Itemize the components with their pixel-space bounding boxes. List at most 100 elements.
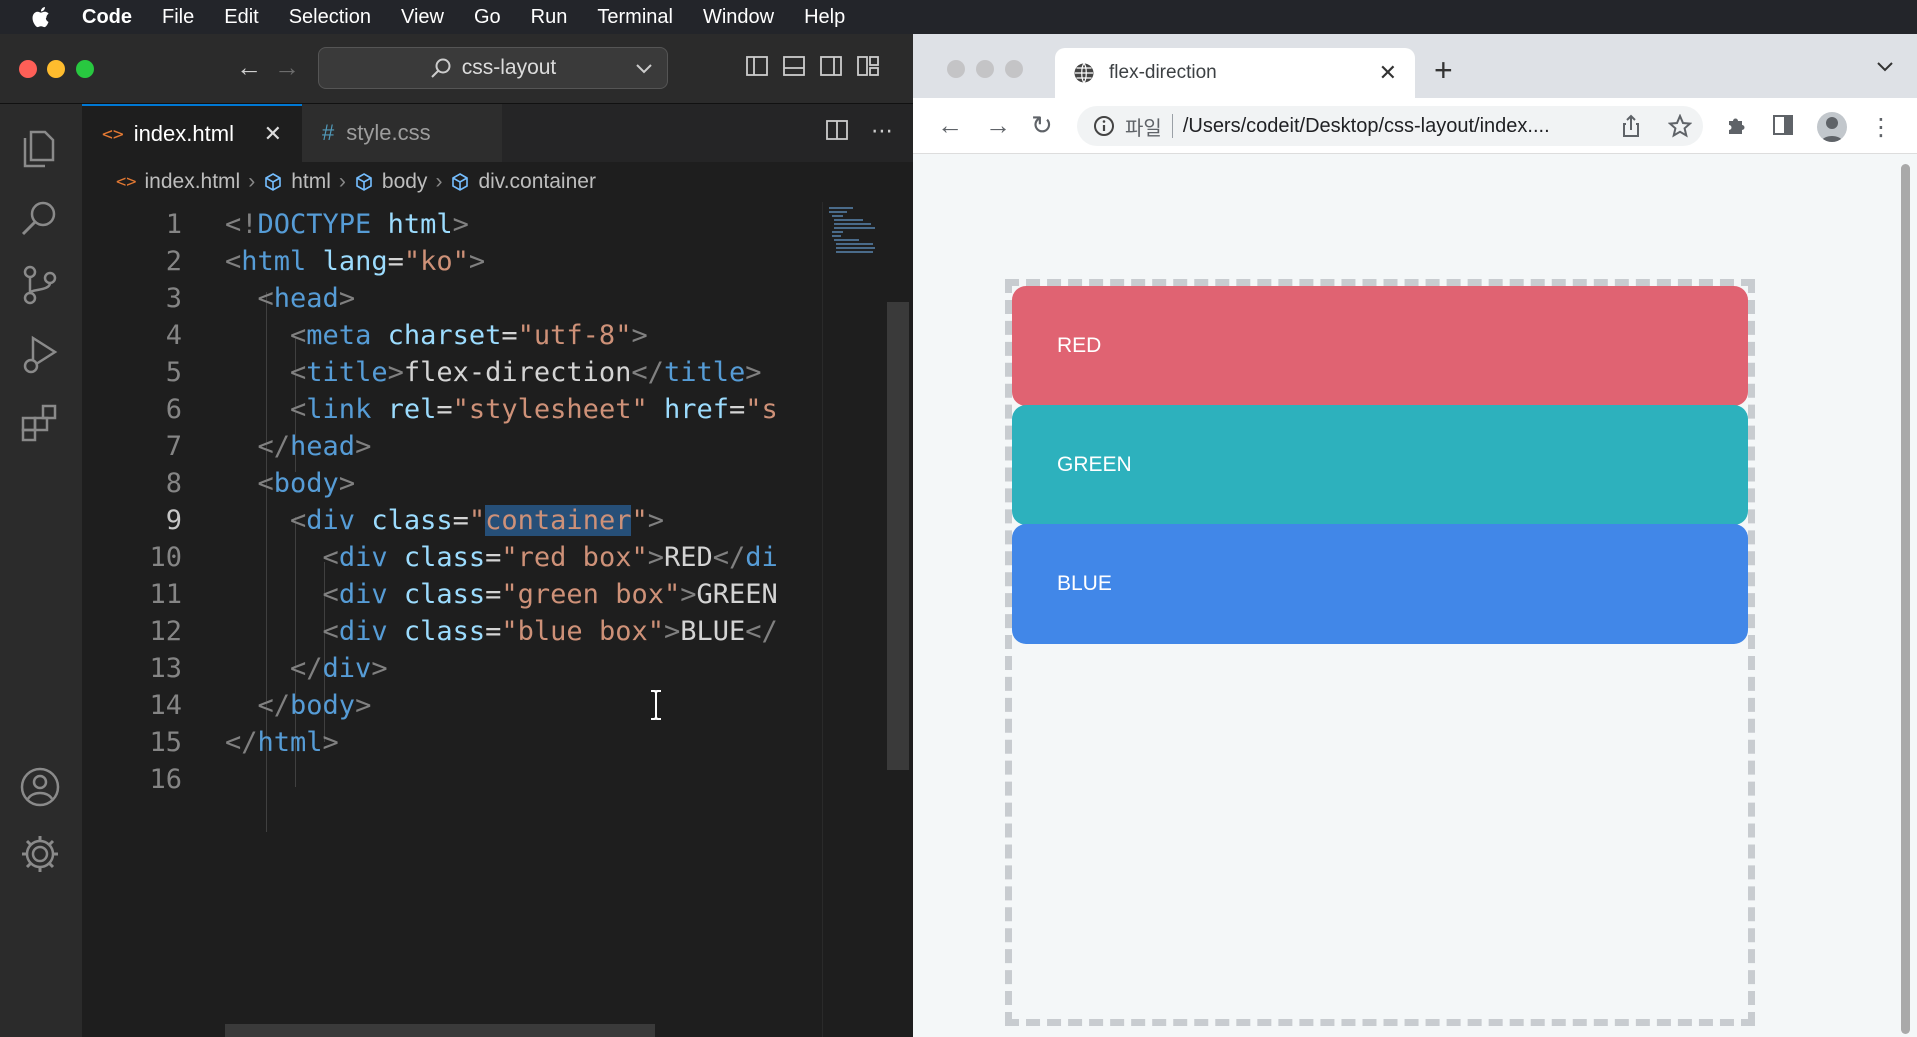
chrome-tabstrip: flex-direction ✕ + <box>913 34 1917 98</box>
side-panel-icon[interactable] <box>1771 113 1795 142</box>
menu-terminal[interactable]: Terminal <box>582 6 688 29</box>
line-number: 16 <box>149 764 182 795</box>
extensions-icon[interactable] <box>17 400 63 446</box>
avatar[interactable] <box>1817 112 1847 142</box>
breadcrumb: <> index.html › html › body › div.contai… <box>82 162 913 202</box>
command-center-label: css-layout <box>461 56 557 79</box>
tab-index-html[interactable]: <> index.html ✕ <box>82 104 302 162</box>
info-icon <box>1094 116 1114 136</box>
address-bar[interactable]: 파일 /Users/codeit/Desktop/css-layout/inde… <box>1077 106 1703 146</box>
extensions-puzzle-icon[interactable] <box>1725 113 1749 142</box>
vertical-scrollbar[interactable] <box>887 302 909 770</box>
reload-icon[interactable]: ↻ <box>1031 110 1053 141</box>
page-viewport: RED GREEN BLUE <box>913 155 1897 1037</box>
page-vertical-scrollbar[interactable] <box>1899 164 1911 1037</box>
code-line: 16 <box>82 757 822 802</box>
code-editor[interactable]: 1 <!DOCTYPE html> 2 <html lang="ko"> 3 <he… <box>82 202 822 1037</box>
search-icon[interactable] <box>17 196 63 242</box>
breadcrumb-item[interactable]: body <box>382 170 428 194</box>
back-arrow-icon[interactable]: ← <box>236 52 262 83</box>
menu-view[interactable]: View <box>386 6 459 29</box>
explorer-icon[interactable] <box>17 126 63 172</box>
activity-bar <box>0 104 82 1037</box>
source-control-icon[interactable] <box>17 262 63 308</box>
menu-go[interactable]: Go <box>459 6 516 29</box>
tab-label: index.html <box>133 121 234 146</box>
close-window-button[interactable] <box>947 60 965 78</box>
zoom-window-button[interactable] <box>76 60 94 78</box>
menu-help[interactable]: Help <box>789 6 860 29</box>
share-icon[interactable] <box>1620 114 1642 143</box>
url-text: /Users/codeit/Desktop/css-layout/index..… <box>1182 114 1550 137</box>
new-tab-plus-icon[interactable]: + <box>1434 52 1453 89</box>
vscode-titlebar: ← → css-layout <box>0 34 913 104</box>
account-icon[interactable] <box>17 764 63 810</box>
editor-tabs: <> index.html ✕ # style.css ⋯ <box>82 104 913 162</box>
menu-edit[interactable]: Edit <box>209 6 273 29</box>
box-label: BLUE <box>1057 572 1112 595</box>
chevron-down-icon[interactable] <box>633 57 655 79</box>
split-editor-icon[interactable] <box>825 118 849 148</box>
search-icon <box>431 58 451 78</box>
red-box: RED <box>1012 286 1748 406</box>
menu-run[interactable]: Run <box>516 6 583 29</box>
chevron-right-icon: › <box>248 170 256 193</box>
close-icon[interactable]: ✕ <box>264 121 282 147</box>
omnibox-divider <box>1171 114 1173 138</box>
toggle-panel-icon[interactable] <box>782 54 806 78</box>
box-label: GREEN <box>1057 453 1132 476</box>
url-scheme-label: 파일 <box>1125 117 1162 140</box>
tab-label: style.css <box>346 120 431 145</box>
minimap[interactable] <box>822 202 884 1037</box>
chevron-down-icon[interactable] <box>1875 56 1895 82</box>
browser-tab-title: flex-direction <box>1109 62 1217 83</box>
breadcrumb-item[interactable]: index.html <box>144 170 240 194</box>
green-box: GREEN <box>1012 405 1748 525</box>
minimize-window-button[interactable] <box>47 60 65 78</box>
vscode-window: ← → css-layout <> index.html ✕ # style.c… <box>0 34 913 1037</box>
back-arrow-icon[interactable]: ← <box>937 110 963 141</box>
menu-file[interactable]: File <box>147 6 209 29</box>
css-file-icon: # <box>322 120 335 145</box>
apple-icon[interactable] <box>0 5 80 29</box>
forward-arrow-icon[interactable]: → <box>274 52 300 83</box>
chevron-right-icon: › <box>338 170 346 193</box>
minimize-window-button[interactable] <box>976 60 994 78</box>
menu-app-name[interactable]: Code <box>80 6 147 29</box>
bookmark-star-icon[interactable] <box>1667 113 1693 143</box>
menu-window[interactable]: Window <box>688 6 789 29</box>
editor-area: <> index.html ✕ # style.css ⋯ <> index.h… <box>82 104 913 1037</box>
symbol-box-icon <box>354 172 374 192</box>
macos-menu-bar: Code File Edit Selection View Go Run Ter… <box>0 0 1917 34</box>
html-file-icon: <> <box>102 123 124 145</box>
tab-style-css[interactable]: # style.css <box>302 104 502 162</box>
gear-icon[interactable] <box>17 831 63 877</box>
breadcrumb-item[interactable]: div.container <box>478 170 596 194</box>
close-window-button[interactable] <box>19 60 37 78</box>
more-actions-icon[interactable]: ⋯ <box>871 118 893 148</box>
customize-layout-icon[interactable] <box>856 54 880 78</box>
kebab-menu-icon[interactable]: ⋮ <box>1869 113 1893 142</box>
run-debug-icon[interactable] <box>17 332 63 378</box>
command-center-search[interactable]: css-layout <box>318 47 668 89</box>
menu-selection[interactable]: Selection <box>274 6 386 29</box>
horizontal-scrollbar[interactable] <box>225 1024 655 1037</box>
flex-container: RED GREEN BLUE <box>1005 279 1755 1026</box>
chevron-right-icon: › <box>435 170 443 193</box>
breadcrumb-item[interactable]: html <box>291 170 331 194</box>
symbol-box-icon <box>263 172 283 192</box>
forward-arrow-icon[interactable]: → <box>985 110 1011 141</box>
toggle-secondary-sidebar-icon[interactable] <box>819 54 843 78</box>
html-file-icon: <> <box>116 172 137 192</box>
blue-box: BLUE <box>1012 524 1748 644</box>
box-label: RED <box>1057 334 1102 357</box>
symbol-box-icon <box>450 172 470 192</box>
close-icon[interactable]: ✕ <box>1379 60 1397 86</box>
globe-icon <box>1074 63 1094 83</box>
chrome-window: flex-direction ✕ + ← → ↻ 파일 /Users/codei… <box>913 34 1917 1037</box>
ibeam-cursor-icon <box>648 689 664 721</box>
browser-tab[interactable]: flex-direction ✕ <box>1055 48 1415 98</box>
toggle-primary-sidebar-icon[interactable] <box>745 54 769 78</box>
zoom-window-button[interactable] <box>1005 60 1023 78</box>
chrome-toolbar: ← → ↻ 파일 /Users/codeit/Desktop/css-layou… <box>913 98 1917 154</box>
